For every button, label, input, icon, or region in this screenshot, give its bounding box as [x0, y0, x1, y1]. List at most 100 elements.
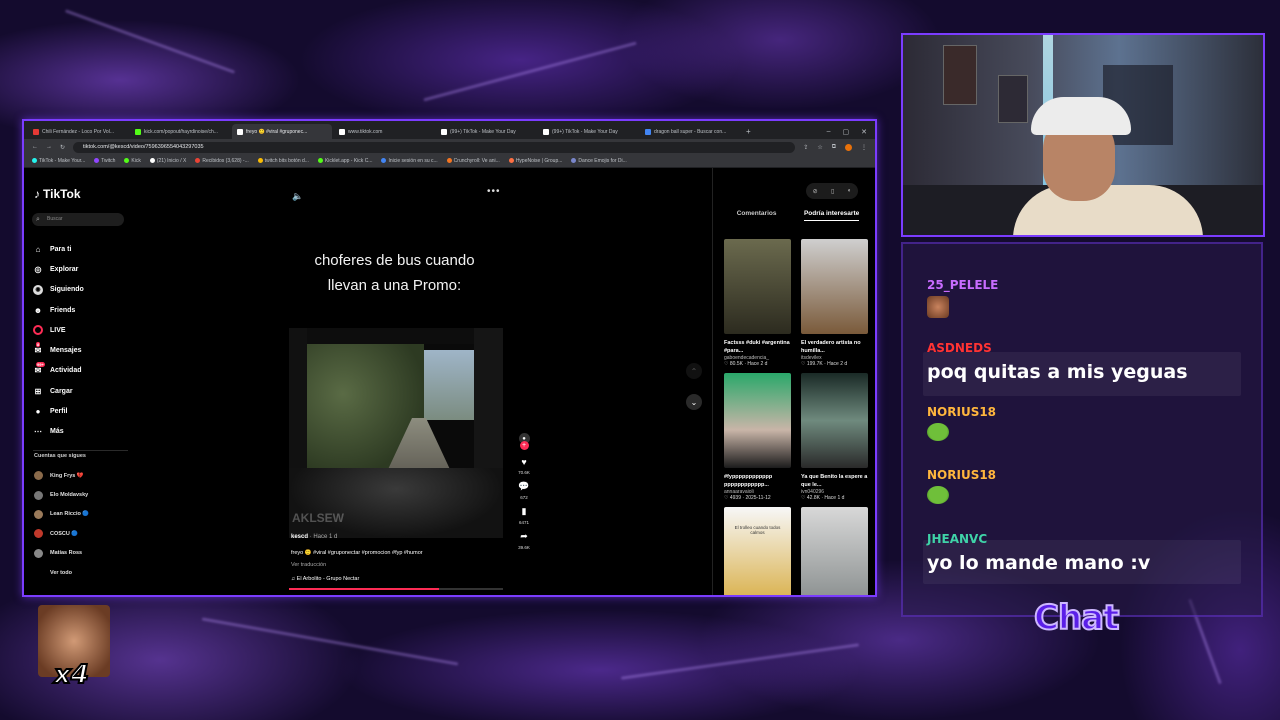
- browser-window: Chili Fernández - Loco Por Vol... kick.c…: [22, 119, 877, 597]
- new-tab-icon[interactable]: +: [742, 127, 755, 139]
- sidebar-item-label: LIVE: [50, 326, 66, 334]
- sidebar-item-para-ti[interactable]: ⌂ Para ti: [33, 239, 84, 259]
- video-card-meta: ♡ 199.7K · Hace 2 d: [801, 361, 848, 367]
- video-card-title: Ya que Benito la espere a que le...: [801, 474, 868, 488]
- back-icon[interactable]: ←: [32, 144, 38, 150]
- device-icon[interactable]: ▯: [831, 188, 834, 195]
- sidebar-item-mensajes[interactable]: ✉ 8 Mensajes: [33, 340, 84, 360]
- sidebar-item-perfil[interactable]: ● Perfil: [33, 401, 84, 421]
- recommendation-grid: Factsss #duki #argentina #para... gaboen…: [724, 239, 869, 595]
- bookmark-star-icon[interactable]: ☆: [817, 144, 822, 151]
- profile-avatar-icon[interactable]: [845, 143, 852, 151]
- bookmark-item[interactable]: Kicklet.app - Kick C...: [317, 158, 372, 164]
- previous-video-chevron-up-icon[interactable]: ⌃: [686, 363, 702, 379]
- browser-tab-active[interactable]: freyo 🙂 #viral #gruponec...: [232, 124, 332, 139]
- comment-icon[interactable]: 💬: [518, 480, 531, 493]
- following-account[interactable]: Lean Riccio 🔵: [34, 505, 89, 524]
- share-icon[interactable]: ⇪: [803, 144, 808, 151]
- video-card[interactable]: [801, 507, 868, 595]
- video-card[interactable]: El verdadero artista no humilla... itsde…: [801, 239, 868, 367]
- video-description: freyo 🙂 #viral #gruponectar #promocion #…: [291, 550, 423, 556]
- minimize-icon[interactable]: –: [827, 128, 831, 136]
- sidebar-item-cargar[interactable]: ⊞ Cargar: [33, 381, 84, 401]
- url-field[interactable]: tiktok.com/@kescd/video/7596396554043297…: [73, 141, 796, 153]
- following-account[interactable]: Matías Ross: [34, 544, 89, 563]
- messages-icon: ✉ 8: [33, 341, 43, 356]
- browser-tab[interactable]: (99+) TikTok - Make Your Day: [436, 124, 536, 139]
- tab-podria-interesarte[interactable]: Podría interesarte: [803, 210, 860, 221]
- share-arrow-icon[interactable]: ➦: [518, 530, 531, 543]
- tab-label: Chili Fernández - Loco Por Vol...: [42, 128, 114, 135]
- bookmark-item[interactable]: Kick: [124, 158, 141, 164]
- comment-count: 672: [520, 495, 528, 500]
- browser-tab[interactable]: www.tiktok.com: [334, 124, 434, 139]
- webcam-feed: [901, 33, 1265, 237]
- tab-strip: Chili Fernández - Loco Por Vol... kick.c…: [24, 121, 875, 139]
- sidebar-item-label: Para ti: [50, 245, 72, 253]
- follow-plus-icon[interactable]: +: [519, 441, 529, 450]
- see-all-link[interactable]: Ver todo: [34, 563, 89, 582]
- sidebar-item-actividad[interactable]: ✉ 99+ Actividad: [33, 361, 84, 381]
- bookmark-item[interactable]: Twitch: [94, 158, 115, 164]
- more-options-icon[interactable]: •••: [487, 186, 501, 197]
- volume-icon[interactable]: 🔈: [292, 191, 303, 202]
- sidebar-item-live[interactable]: LIVE: [33, 320, 84, 340]
- video-card[interactable]: #fypppppppppppp pppppppppppp... annaarav…: [724, 373, 791, 501]
- emote-multiplier: x4: [53, 659, 90, 691]
- music-link[interactable]: ♫ El Arbolito - Grupo Nectar: [291, 576, 359, 582]
- close-icon[interactable]: ✕: [861, 128, 867, 136]
- following-account[interactable]: Elo Moldavsky: [34, 485, 89, 504]
- bookmark-item[interactable]: HypeNoise | Group...: [508, 158, 562, 164]
- like-heart-icon[interactable]: ♥: [518, 455, 531, 468]
- webcam-poster: [998, 75, 1028, 123]
- video-author[interactable]: kescd · Hace 1 d: [291, 534, 337, 540]
- pepe-emote-icon: [927, 423, 949, 441]
- menu-icon[interactable]: ⋮: [861, 144, 867, 151]
- bookmark-item[interactable]: TikTok - Make Your...: [32, 158, 85, 164]
- bookmark-item[interactable]: (21) Inicio / X: [149, 158, 186, 164]
- avatar: [34, 509, 43, 519]
- video-card[interactable]: El trolleo cuando todos calmos: [724, 507, 791, 595]
- browser-tab[interactable]: kick.com/popout/hayrdinoise/ch...: [130, 124, 230, 139]
- bookmark-label: Kick: [131, 158, 141, 164]
- video-player[interactable]: AKLSEW: [289, 328, 503, 538]
- next-video-chevron-down-icon[interactable]: ⌄: [686, 394, 702, 410]
- forward-icon[interactable]: →: [46, 144, 52, 150]
- bookmark-item[interactable]: twitch bits botón d...: [257, 158, 309, 164]
- video-card-meta: ♡ 4939 · 2025-11-12: [724, 495, 771, 501]
- video-card[interactable]: Factsss #duki #argentina #para... gaboen…: [724, 239, 791, 367]
- maximize-icon[interactable]: ▢: [843, 128, 850, 136]
- video-card[interactable]: Ya que Benito la espere a que le... ivn0…: [801, 373, 868, 501]
- browser-tab[interactable]: dragon ball super - Buscar con...: [640, 124, 740, 139]
- reload-icon[interactable]: ↻: [60, 144, 65, 151]
- bookmark-item[interactable]: Dance Emojis for Di...: [571, 158, 627, 164]
- following-account[interactable]: King Frys 💔: [34, 466, 89, 485]
- browser-tab[interactable]: Chili Fernández - Loco Por Vol...: [28, 124, 128, 139]
- chat-text: yo lo mande mano :v: [927, 552, 1151, 574]
- translate-link[interactable]: Ver traducción: [291, 562, 326, 568]
- autoscroll-icon[interactable]: ⊘: [813, 188, 818, 195]
- sidebar-item-siguiendo[interactable]: ◉ Siguiendo: [33, 280, 84, 300]
- sidebar-item-mas[interactable]: ⋯ Más: [33, 422, 84, 442]
- bookmark-item[interactable]: Crunchyroll: Ve ani...: [446, 158, 500, 164]
- background-streak: [620, 643, 860, 680]
- sidebar-item-friends[interactable]: ☻ Friends: [33, 300, 84, 320]
- bookmark-favicon: [32, 158, 37, 164]
- chat-message: JHEANVC yo lo mande mano :v: [927, 532, 1237, 574]
- bookmark-icon[interactable]: ▮: [518, 505, 531, 518]
- sidebar-item-label: Perfil: [50, 408, 68, 416]
- following-account[interactable]: COSCU 🔵: [34, 524, 89, 543]
- user-avatar-icon[interactable]: ◐: [848, 188, 852, 194]
- tiktok-logo[interactable]: ♪ TikTok: [34, 187, 81, 201]
- search-input[interactable]: ⌕ Buscar: [32, 213, 124, 226]
- bookmark-item[interactable]: Recibidos (3,628) -...: [195, 158, 249, 164]
- video-progress-bar[interactable]: [289, 588, 503, 590]
- video-caption: choferes de bus cuando llevan a una Prom…: [292, 248, 497, 298]
- video-thumbnail: [724, 373, 791, 468]
- bookmark-favicon: [124, 158, 130, 164]
- sidebar-item-explorar[interactable]: ◎ Explorar: [33, 259, 84, 279]
- bookmark-item[interactable]: Inicie sesión en su c...: [381, 158, 438, 164]
- extensions-icon[interactable]: ⧉: [832, 144, 836, 151]
- browser-tab[interactable]: (99+) TikTok - Make Your Day: [538, 124, 638, 139]
- tab-comentarios[interactable]: Comentarios: [737, 210, 777, 221]
